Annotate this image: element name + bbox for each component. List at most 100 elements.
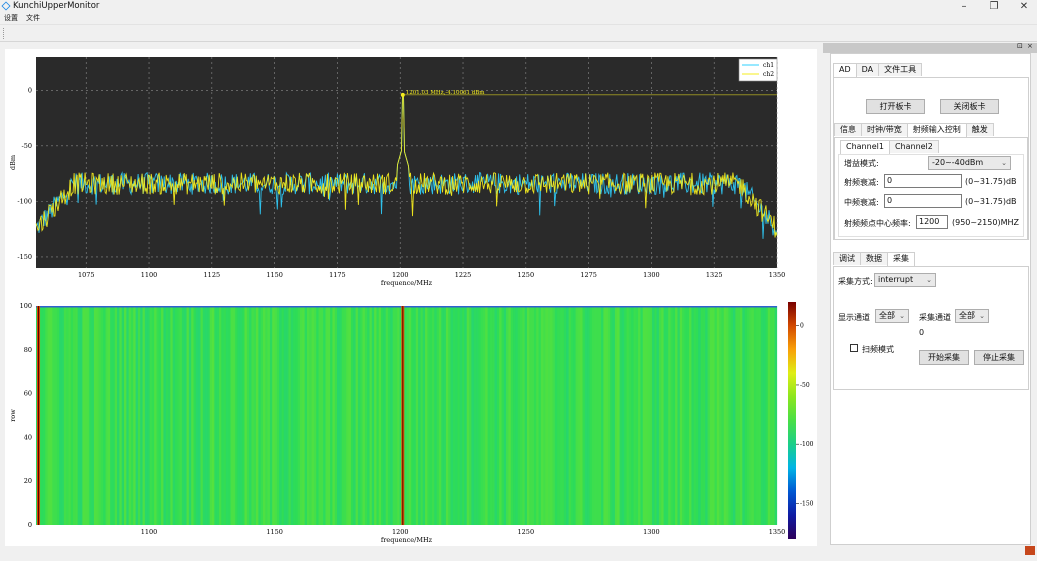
waterfall-column (154, 306, 157, 525)
waterfall-column (200, 306, 203, 525)
waterfall-column (207, 306, 210, 525)
center-frequency-input[interactable]: 1200 (916, 215, 948, 229)
waterfall-column (438, 306, 442, 525)
waterfall-column (742, 306, 745, 525)
waterfall-column (633, 306, 636, 525)
waterfall-column (425, 306, 428, 525)
dock-float-button[interactable]: ⊡ (1017, 42, 1023, 50)
waterfall-column (682, 306, 685, 525)
waterfall-column (478, 306, 481, 525)
waterfall-column (84, 306, 88, 525)
waterfall-column (691, 306, 694, 525)
tab-da[interactable]: DA (855, 63, 880, 76)
waterfall-column (184, 306, 187, 525)
waterfall-column (770, 306, 773, 525)
waterfall-column (251, 306, 254, 525)
waterfall-column (582, 306, 586, 525)
rf-input-panel: Channel1 Channel2 增益模式: -20~-40dBm ⌄ 射频衰… (834, 137, 1028, 240)
waterfall-column (135, 306, 139, 525)
toolbar-grip-icon[interactable] (3, 28, 5, 39)
if-attenuation-input[interactable]: 0 (884, 194, 962, 208)
maximize-button[interactable]: ❐ (983, 0, 1005, 14)
waterfall-column (760, 306, 764, 525)
dock-close-button[interactable]: × (1027, 42, 1033, 50)
waterfall-column (186, 306, 190, 525)
stop-acquire-button[interactable]: 停止采集 (974, 350, 1024, 365)
tab-acquire[interactable]: 采集 (887, 252, 915, 266)
waterfall-column (475, 306, 479, 525)
waterfall-column (378, 306, 382, 525)
waterfall-column (436, 306, 440, 525)
waterfall-column (260, 306, 264, 525)
display-channel-select[interactable]: 全部 ⌄ (875, 309, 909, 323)
waterfall-column (311, 306, 315, 525)
spectrum-chart[interactable]: 1075 1100 1125 1150 1175 1200 1225 1250 1275 1300… (5, 49, 817, 289)
minimize-button[interactable]: – (953, 0, 975, 14)
waterfall-column (591, 306, 595, 525)
tab-trigger[interactable]: 触发 (965, 123, 994, 136)
waterfall-column (406, 306, 410, 525)
waterfall-column (665, 306, 669, 525)
waterfall-column (191, 306, 194, 525)
waterfall-column (66, 306, 69, 525)
if-attenuation-label: 中频衰减: (844, 198, 879, 207)
gain-mode-select[interactable]: -20~-40dBm ⌄ (928, 156, 1011, 170)
tab-info[interactable]: 信息 (834, 123, 862, 136)
waterfall-column (427, 306, 430, 525)
waterfall-column (515, 306, 518, 525)
tab-debug[interactable]: 调试 (833, 252, 861, 265)
waterfall-column (242, 306, 245, 525)
sub-tabs: 信息 时钟/带宽 射频输入控制 触发 (834, 123, 994, 137)
waterfall-chart[interactable]: 1100 1150 1200 1250 1300 1350 0 20 40 60 80 100 freq… (5, 289, 817, 546)
spectrum-y-axis-label: dBm (9, 155, 17, 170)
tab-channel1[interactable]: Channel1 (840, 140, 890, 154)
close-button[interactable]: ✕ (1013, 0, 1035, 14)
acquire-mode-select[interactable]: interrupt ⌄ (874, 273, 936, 287)
tab-channel2[interactable]: Channel2 (888, 140, 939, 153)
waterfall-column (318, 306, 322, 525)
waterfall-column (364, 306, 368, 525)
waterfall-column (457, 306, 460, 525)
tab-data[interactable]: 数据 (860, 252, 888, 265)
waterfall-column (445, 306, 449, 525)
waterfall-column (262, 306, 266, 525)
colorbar-tick-label: 0 (800, 323, 804, 330)
waterfall-column (89, 306, 92, 525)
waterfall-column (267, 306, 271, 525)
tab-rf-input-control[interactable]: 射频输入控制 (906, 123, 967, 137)
waterfall-column (614, 306, 618, 525)
close-board-button[interactable]: 关闭板卡 (940, 99, 999, 114)
waterfall-column (174, 306, 178, 525)
menu-file[interactable]: 文件 (26, 13, 40, 23)
menu-settings[interactable]: 设置 (4, 13, 18, 23)
waterfall-column (661, 306, 664, 525)
open-board-button[interactable]: 打开板卡 (866, 99, 925, 114)
waterfall-column (448, 306, 451, 525)
waterfall-column (119, 306, 122, 525)
waterfall-column (110, 306, 113, 525)
spectrum-y-tick-label: -100 (17, 197, 32, 205)
waterfall-x-tick-label: 1200 (392, 528, 409, 536)
waterfall-column (413, 306, 416, 525)
waterfall-column (40, 306, 44, 525)
waterfall-column (181, 306, 185, 525)
waterfall-column (420, 306, 423, 525)
acquire-channel-select[interactable]: 全部 ⌄ (955, 309, 989, 323)
waterfall-column (334, 306, 338, 525)
waterfall-column (642, 306, 646, 525)
bottom-tabs: 调试 数据 采集 (833, 252, 915, 266)
start-acquire-button[interactable]: 开始采集 (919, 350, 969, 365)
waterfall-column (383, 306, 386, 525)
waterfall-column (392, 306, 396, 525)
waterfall-column (619, 306, 623, 525)
rf-attenuation-input[interactable]: 0 (884, 174, 962, 188)
waterfall-column (654, 306, 657, 525)
sweep-mode-checkbox[interactable] (850, 344, 858, 352)
waterfall-column (575, 306, 579, 525)
tab-clock-bandwidth[interactable]: 时钟/带宽 (861, 123, 908, 136)
display-channel-label: 显示通道 (838, 313, 870, 322)
waterfall-column (559, 306, 562, 525)
tab-ad[interactable]: AD (833, 63, 857, 77)
waterfall-column (533, 306, 537, 525)
tab-file-tools[interactable]: 文件工具 (878, 63, 923, 76)
